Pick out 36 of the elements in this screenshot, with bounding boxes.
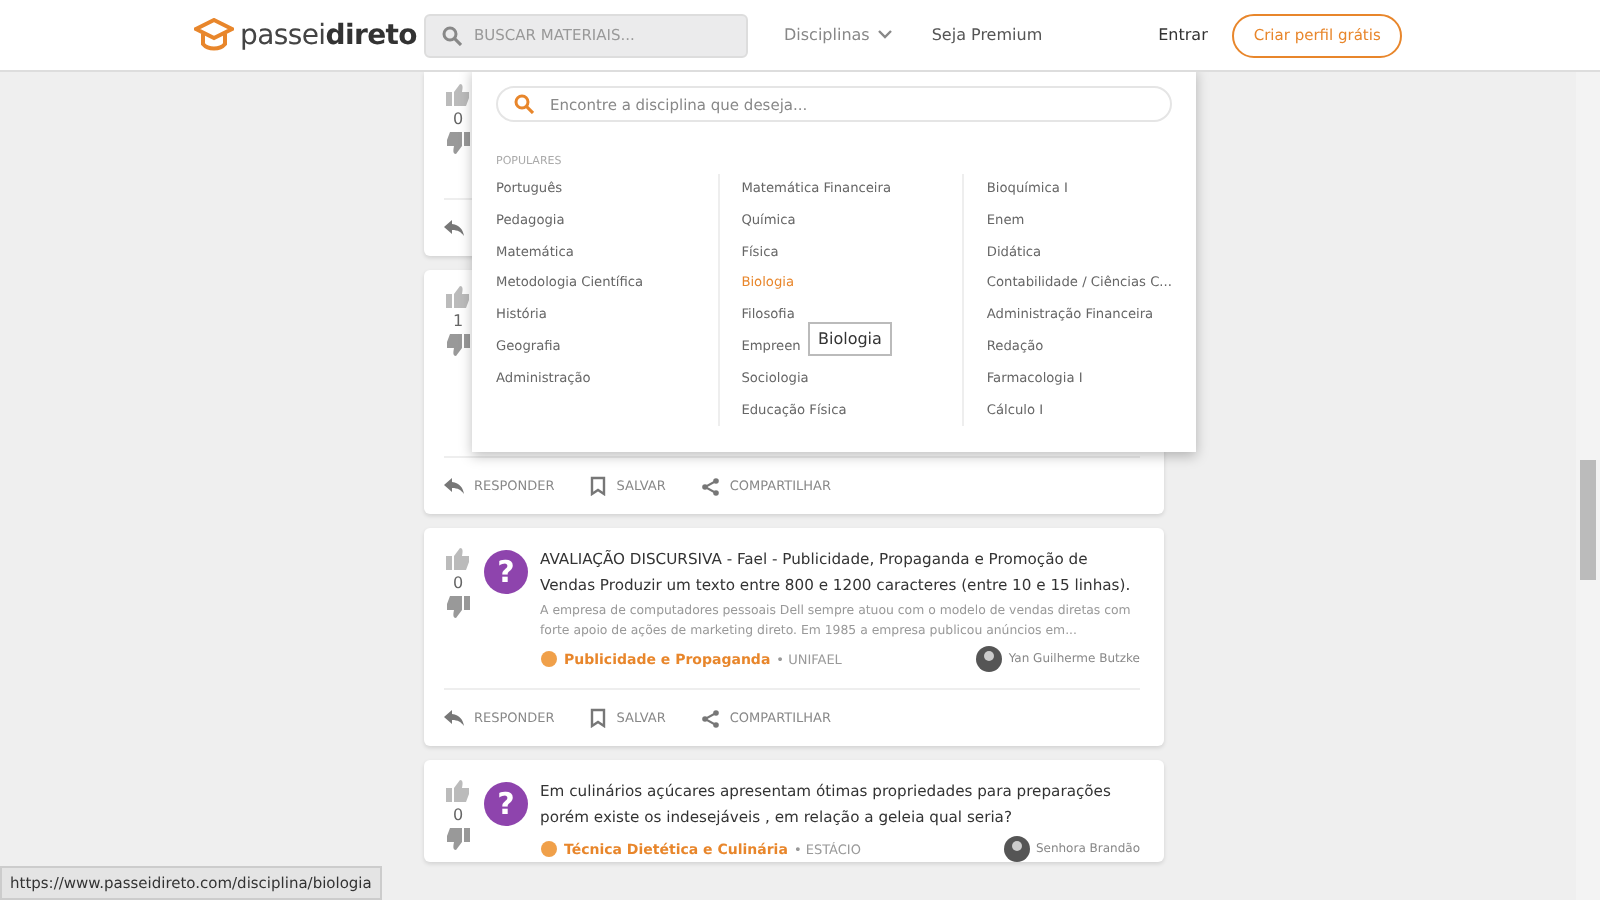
bookmark-icon [590, 476, 607, 496]
scrollbar-thumb[interactable] [1580, 460, 1596, 580]
tooltip: Biologia [808, 322, 892, 356]
vote-count: 0 [452, 110, 464, 128]
share-icon [701, 477, 720, 495]
thumbs-down-icon [446, 334, 470, 356]
logo-text: passeidireto [240, 19, 417, 51]
thumbs-up-icon [446, 84, 470, 106]
reply-icon [444, 220, 464, 236]
reply-icon [444, 710, 464, 726]
avatar-icon [1003, 836, 1030, 862]
bookmark-icon [590, 708, 607, 728]
search-icon [514, 94, 534, 114]
vote-count: 0 [452, 806, 464, 824]
vote-count: 1 [452, 312, 464, 330]
question-mark-icon: ? [484, 550, 528, 594]
login-link[interactable]: Entrar [1158, 26, 1208, 44]
subject-icon [540, 840, 558, 858]
search-icon [442, 25, 462, 45]
avatar-icon [976, 646, 1003, 672]
thumbs-down-icon [446, 828, 470, 850]
thumbs-up-icon [446, 780, 470, 802]
share-icon [701, 709, 720, 727]
thumbs-down-icon [446, 132, 470, 154]
reply-icon [444, 478, 464, 494]
subject-icon [540, 650, 558, 668]
scrollbar[interactable] [1576, 72, 1600, 900]
thumbs-up-icon [446, 548, 470, 570]
dropdown-menu[interactable]: Disciplinas [784, 26, 892, 44]
thumbs-up-icon [446, 286, 470, 308]
question-mark-icon: ? [484, 782, 528, 826]
graduation-cap-icon [194, 17, 234, 53]
vote-count: 0 [452, 574, 464, 592]
chevron-down-icon [877, 30, 892, 40]
thumbs-down-icon [446, 596, 470, 618]
nav-link[interactable]: Seja Premium [931, 26, 1043, 44]
